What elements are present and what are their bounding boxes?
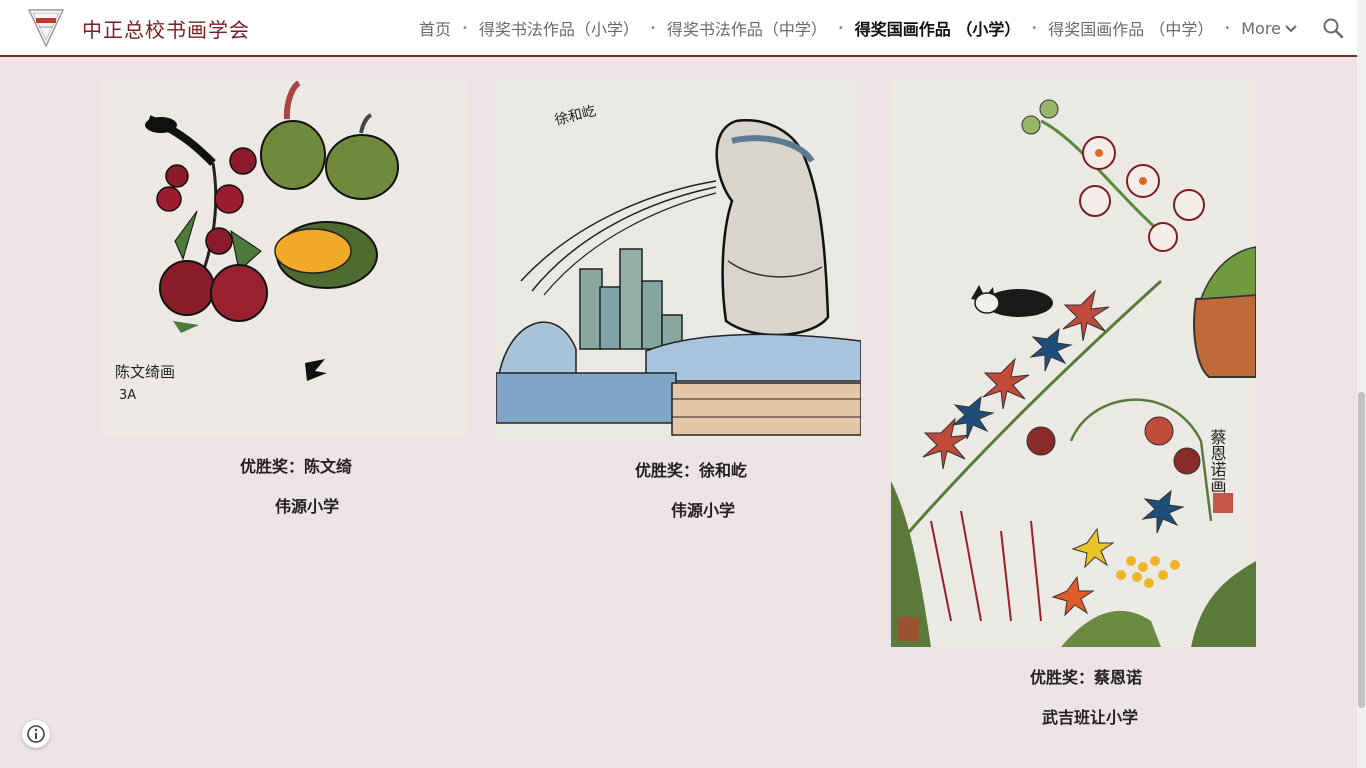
artwork-image-merlion[interactable]: 徐和屹: [496, 81, 861, 440]
nav-more-button[interactable]: More: [1234, 19, 1299, 38]
artwork-school-2: 伟源小学: [670, 501, 735, 520]
nav-separator: •: [462, 22, 468, 34]
nav-item-painting-secondary[interactable]: 得奖国画作品 （中学）: [1041, 16, 1220, 40]
nav-separator: •: [1031, 22, 1038, 34]
artwork-image-orchids[interactable]: 蔡恩诺画: [891, 81, 1256, 647]
artwork-school-3: 武吉班让小学: [1041, 708, 1138, 727]
site-header: 中正总校书画学会 首页 • 得奖书法作品（小学） • 得奖书法作品（中学） • …: [0, 0, 1357, 57]
nav-item-calligraphy-primary[interactable]: 得奖书法作品（小学）: [472, 16, 646, 40]
artwork-award-3: 优胜奖：蔡恩诺: [1029, 668, 1142, 687]
artwork-signature: 陈文绮画: [115, 363, 175, 381]
artwork-signature: 蔡恩诺画: [1208, 429, 1227, 493]
nav-item-painting-primary[interactable]: 得奖国画作品 （小学）: [848, 16, 1028, 40]
artwork-award-1: 优胜奖：陈文绮: [239, 457, 352, 476]
artwork-class-label: 3A: [119, 388, 136, 403]
chevron-down-icon: [1285, 25, 1297, 33]
site-logo[interactable]: [27, 8, 65, 48]
main-nav: 首页 • 得奖书法作品（小学） • 得奖书法作品（中学） • 得奖国画作品 （小…: [412, 0, 1299, 56]
site-info-button[interactable]: [22, 720, 50, 748]
nav-separator: •: [649, 22, 656, 34]
main-content: 陈文绮画 3A 优胜奖：陈文绮 伟源小学 徐和屹 优胜奖：徐和屹 伟源小学 蔡恩…: [0, 57, 1357, 768]
page-scrollbar[interactable]: [1357, 0, 1366, 768]
artwork-award-2: 优胜奖：徐和屹: [634, 461, 747, 480]
search-button[interactable]: [1320, 15, 1346, 41]
artwork-school-1: 伟源小学: [274, 497, 339, 516]
nav-item-home[interactable]: 首页: [412, 16, 458, 40]
search-icon: [1323, 18, 1344, 39]
site-title[interactable]: 中正总校书画学会: [82, 14, 250, 43]
nav-separator: •: [837, 22, 844, 34]
nav-item-calligraphy-secondary[interactable]: 得奖书法作品（中学）: [660, 16, 834, 40]
nav-more-label: More: [1241, 18, 1281, 38]
nav-separator: •: [1224, 22, 1231, 34]
artwork-image-fruits[interactable]: 陈文绮画 3A: [101, 81, 466, 436]
info-icon: [27, 725, 45, 743]
scrollbar-thumb[interactable]: [1358, 392, 1365, 708]
